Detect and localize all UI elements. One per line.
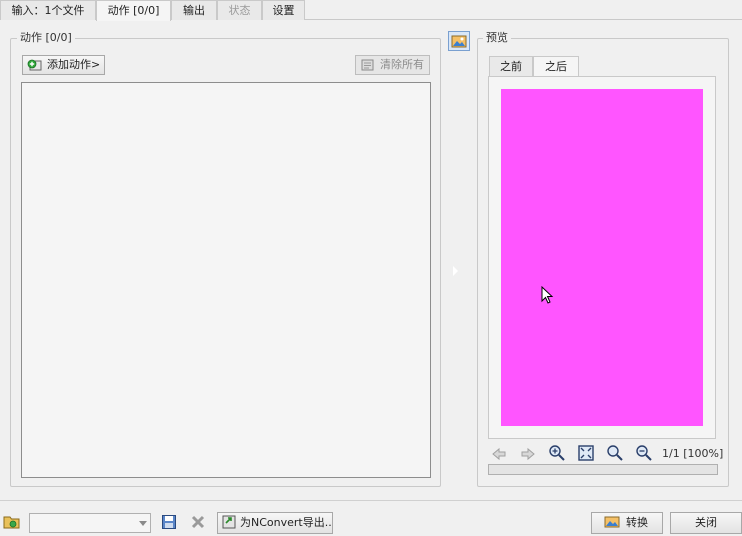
tab-settings[interactable]: 设置 — [262, 0, 305, 20]
mouse-cursor-icon — [541, 286, 554, 304]
tab-output[interactable]: 输出 — [171, 0, 217, 20]
zoom-out-icon[interactable] — [635, 444, 653, 462]
clear-all-label: 清除所有 — [380, 58, 424, 71]
convert-button[interactable]: 转换 — [591, 512, 663, 534]
clear-all-button[interactable]: 清除所有 — [355, 55, 430, 75]
tab-status[interactable]: 状态 — [217, 0, 262, 20]
add-action-label: 添加动作> — [47, 58, 101, 71]
zoom-in-icon[interactable] — [548, 444, 566, 462]
actions-list[interactable] — [21, 82, 431, 478]
toggle-preview-button[interactable] — [448, 31, 470, 51]
close-button[interactable]: 关闭 — [670, 512, 742, 534]
clear-all-icon — [361, 59, 374, 71]
next-icon[interactable] — [519, 445, 537, 463]
page-info: 1/1 [100%] — [662, 447, 724, 460]
zoom-actual-icon[interactable] — [606, 444, 624, 462]
add-action-icon — [27, 59, 42, 71]
convert-icon — [604, 516, 620, 528]
save-preset-icon[interactable] — [161, 514, 177, 530]
export-nconvert-button[interactable]: 为NConvert导出... — [217, 512, 333, 534]
close-label: 关闭 — [695, 516, 717, 529]
load-preset-icon[interactable] — [3, 514, 21, 530]
actions-group-title: 动作 [0/0] — [17, 32, 75, 44]
delete-preset-icon[interactable] — [190, 514, 206, 530]
preview-scrollbar[interactable] — [488, 464, 718, 475]
preview-group-title: 预览 — [483, 32, 511, 44]
tab-actions[interactable]: 动作 [0/0] — [96, 0, 171, 21]
previous-icon[interactable] — [490, 445, 508, 463]
export-icon — [222, 515, 236, 529]
collapse-arrow-icon[interactable] — [453, 266, 458, 276]
add-action-button[interactable]: 添加动作> — [22, 55, 105, 75]
tab-input[interactable]: 输入：1个文件 — [0, 0, 96, 20]
preset-select[interactable] — [29, 513, 151, 533]
chevron-down-icon — [139, 521, 147, 526]
tab-before[interactable]: 之前 — [489, 56, 533, 76]
preview-image[interactable] — [501, 89, 703, 426]
tab-after[interactable]: 之后 — [533, 56, 579, 77]
export-nconvert-label: 为NConvert导出... — [240, 516, 333, 529]
main-tab-bar: 输入：1个文件 动作 [0/0] 输出 状态 设置 — [0, 0, 742, 21]
convert-label: 转换 — [626, 516, 648, 529]
image-preview-icon — [451, 35, 467, 48]
fit-to-window-icon[interactable] — [577, 444, 595, 462]
